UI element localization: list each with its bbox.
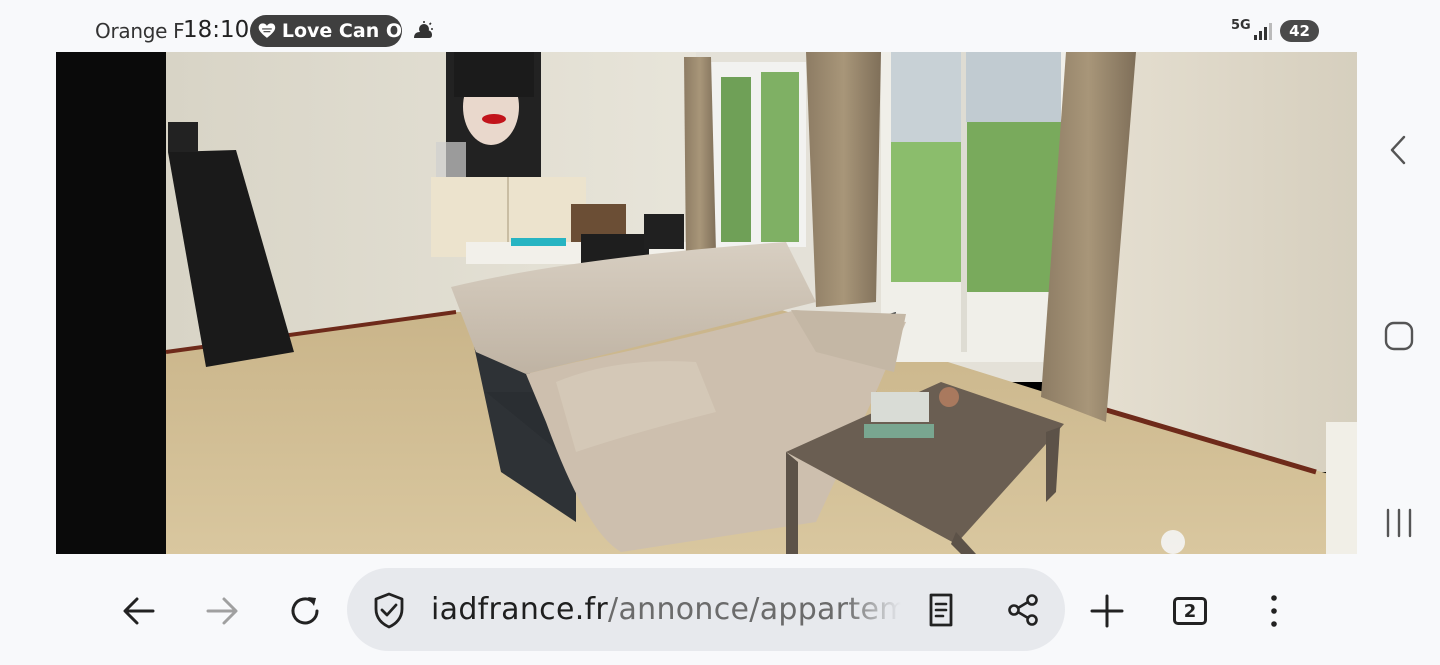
arrow-right-icon bbox=[206, 597, 238, 625]
new-tab-button[interactable] bbox=[1087, 591, 1127, 631]
clock: 18:10 bbox=[183, 17, 250, 43]
home-square-icon[interactable] bbox=[1382, 319, 1416, 353]
reload-button[interactable] bbox=[285, 591, 325, 631]
back-button[interactable] bbox=[119, 591, 159, 631]
arrow-left-icon bbox=[123, 597, 155, 625]
tab-count: 2 bbox=[1173, 597, 1207, 625]
reader-mode-icon[interactable] bbox=[925, 593, 957, 627]
carrier-label: Orange F bbox=[95, 19, 185, 43]
listing-photo[interactable] bbox=[56, 52, 1357, 554]
url-text[interactable]: iadfrance.fr/annonce/appartement bbox=[431, 592, 901, 627]
url-host: iadfrance.fr bbox=[431, 592, 609, 627]
weather-icon bbox=[414, 21, 433, 38]
media-notification-pill[interactable]: Love Can O bbox=[250, 15, 402, 47]
url-path: /annonce/appartement bbox=[608, 592, 901, 627]
browser-screen: Orange F 18:10 Love Can O 5G 42 iadfranc… bbox=[0, 0, 1440, 665]
recents-icon[interactable] bbox=[1382, 506, 1416, 540]
heart-icon bbox=[258, 23, 276, 38]
photo-indicator-dot[interactable] bbox=[1161, 530, 1185, 554]
more-options-button[interactable] bbox=[1254, 591, 1294, 631]
notification-text: Love Can O bbox=[281, 20, 402, 42]
battery-indicator: 42 bbox=[1280, 20, 1319, 42]
status-bar: Orange F 18:10 Love Can O 5G 42 bbox=[0, 0, 1440, 52]
shield-check-icon[interactable] bbox=[371, 591, 407, 629]
living-room-photo bbox=[56, 52, 1357, 554]
reload-icon bbox=[291, 597, 319, 625]
forward-button[interactable] bbox=[202, 591, 242, 631]
chevron-left-icon[interactable] bbox=[1382, 133, 1416, 167]
signal-icon bbox=[1254, 23, 1272, 40]
more-vertical-icon bbox=[1271, 595, 1277, 627]
address-bar[interactable]: iadfrance.fr/annonce/appartement bbox=[347, 568, 1065, 651]
share-icon[interactable] bbox=[1006, 593, 1040, 627]
plus-icon bbox=[1090, 594, 1124, 628]
tabs-button[interactable]: 2 bbox=[1170, 591, 1210, 631]
network-type: 5G bbox=[1231, 18, 1251, 33]
browser-toolbar: iadfrance.fr/annonce/appartement 2 bbox=[0, 565, 1440, 655]
